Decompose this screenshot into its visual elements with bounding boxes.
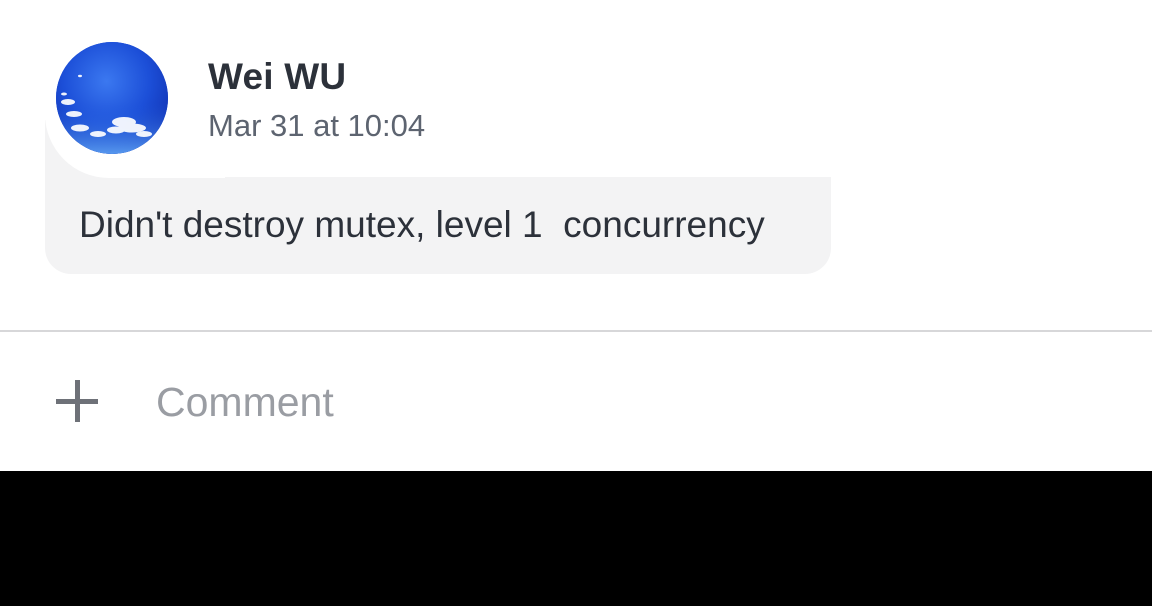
bottom-black-bar: [0, 471, 1152, 606]
comment-timestamp: Mar 31 at 10:04: [208, 108, 426, 143]
comment-screen: Wei WU Mar 31 at 10:04 Didn't destroy mu…: [0, 0, 1152, 606]
add-attachment-button[interactable]: [52, 378, 104, 426]
comment-text: Didn't destroy mutex, level 1 concurrenc…: [79, 204, 765, 245]
plus-icon: [56, 380, 98, 422]
avatar[interactable]: [56, 42, 168, 154]
comment-composer: [0, 332, 1152, 471]
sky-avatar-image: [56, 42, 168, 154]
author-name[interactable]: Wei WU: [208, 56, 346, 98]
comment-input[interactable]: [156, 370, 1056, 434]
comment-card: Wei WU Mar 31 at 10:04 Didn't destroy mu…: [0, 0, 1152, 330]
